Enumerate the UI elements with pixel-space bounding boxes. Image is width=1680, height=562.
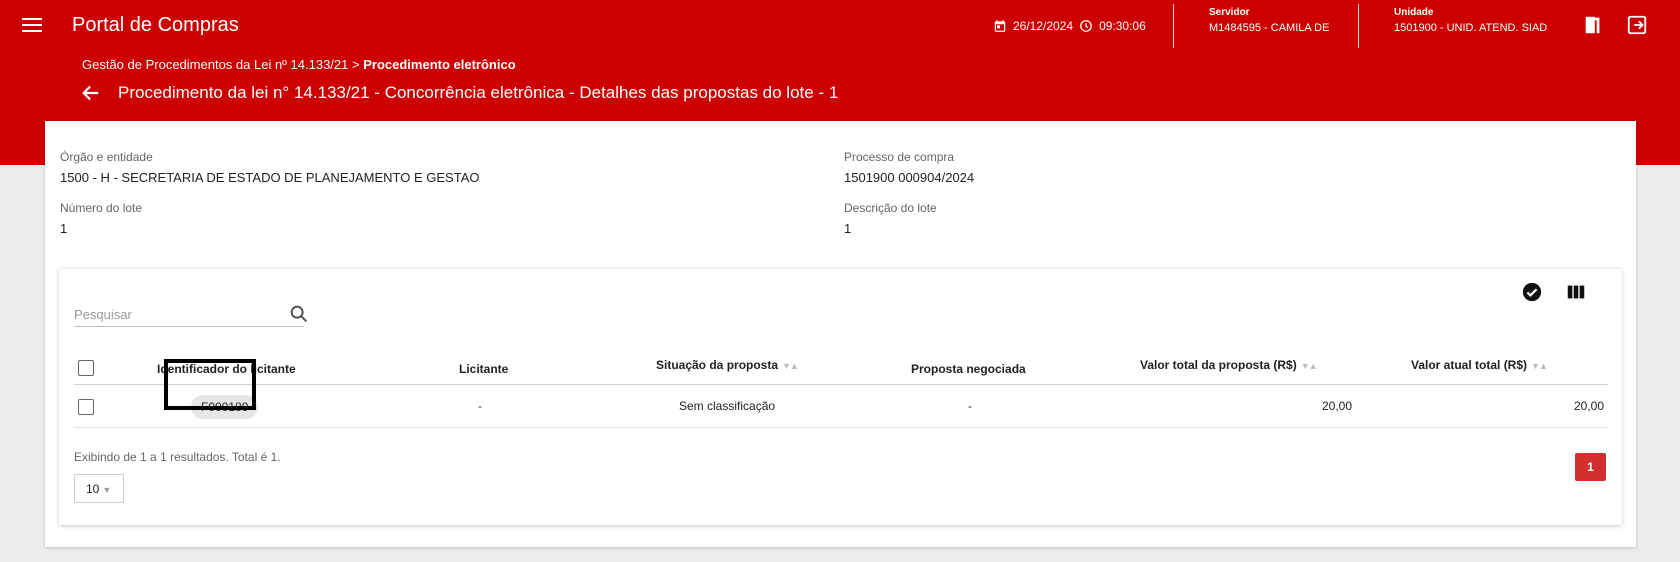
sort-icon[interactable]: ▼▲ xyxy=(1301,361,1318,371)
datetime: 26/12/2024 09:30:06 xyxy=(993,19,1146,33)
col-valor-total-label: Valor total da proposta (R$) xyxy=(1140,358,1297,372)
app-title: Portal de Compras xyxy=(72,14,239,36)
identificador-chip[interactable]: F000189 xyxy=(191,395,259,419)
search-input[interactable] xyxy=(74,303,274,325)
proposals-table-card: Identificador do licitante Licitante Sit… xyxy=(59,269,1622,525)
results-summary: Exibindo de 1 a 1 resultados. Total é 1. xyxy=(74,450,281,464)
lote-value: 1 xyxy=(60,221,68,236)
breadcrumb-parent-link[interactable]: Gestão de Procedimentos da Lei nº 14.133… xyxy=(82,57,348,72)
details-card: Órgão e entidade 1500 - H - SECRETARIA D… xyxy=(45,121,1636,547)
cell-valor-atual: 20,00 xyxy=(1574,399,1605,413)
cell-negociada: - xyxy=(968,399,972,413)
calendar-icon xyxy=(994,20,1006,32)
unidade-value: 1501900 - UNID. ATEND. SIAD xyxy=(1394,22,1548,34)
door-icon[interactable] xyxy=(1582,14,1604,36)
col-licitante: Licitante xyxy=(459,362,509,376)
check-circle-icon[interactable] xyxy=(1521,281,1543,303)
chevron-down-icon: ▼ xyxy=(102,485,112,495)
col-identificador: Identificador do licitante xyxy=(157,362,296,376)
pagination-page-button[interactable]: 1 xyxy=(1575,453,1606,481)
orgao-field: Órgão e entidade 1500 - H - SECRETARIA D… xyxy=(60,150,479,185)
breadcrumb: Gestão de Procedimentos da Lei nº 14.133… xyxy=(82,57,516,72)
clock-icon xyxy=(1080,20,1092,32)
servidor-label: Servidor xyxy=(1209,7,1250,18)
columns-icon[interactable] xyxy=(1565,281,1587,303)
row-checkbox[interactable] xyxy=(78,399,94,415)
logout-icon[interactable] xyxy=(1626,14,1648,36)
cell-licitante: - xyxy=(478,399,482,413)
table-row[interactable]: F000189 - Sem classificação - 20,00 20,0… xyxy=(74,386,1608,428)
col-situacao-label: Situação da proposta xyxy=(656,358,779,372)
processo-label: Processo de compra xyxy=(844,150,955,164)
orgao-value: 1500 - H - SECRETARIA DE ESTADO DE PLANE… xyxy=(60,170,480,185)
lote-field: Número do lote 1 xyxy=(60,201,142,236)
col-negociada: Proposta negociada xyxy=(911,362,1026,376)
col-valor-atual[interactable]: Valor atual total (R$) ▼▲ xyxy=(1411,358,1548,372)
processo-value: 1501900 000904/2024 xyxy=(844,170,975,185)
orgao-label: Órgão e entidade xyxy=(60,150,153,164)
lote-label: Número do lote xyxy=(60,201,143,215)
breadcrumb-current: Procedimento eletrônico xyxy=(363,57,516,72)
breadcrumb-separator: > xyxy=(352,57,360,72)
search-icon[interactable] xyxy=(288,303,310,325)
descricao-value: 1 xyxy=(844,221,852,236)
current-time: 09:30:06 xyxy=(1099,19,1146,33)
sort-icon[interactable]: ▼▲ xyxy=(782,361,799,371)
select-all-checkbox[interactable] xyxy=(78,360,94,376)
page-title: Procedimento da lei n° 14.133/21 - Conco… xyxy=(118,83,839,102)
sort-icon[interactable]: ▼▲ xyxy=(1531,361,1548,371)
menu-icon[interactable] xyxy=(20,14,44,38)
page-size-value: 10 xyxy=(86,482,100,496)
header-divider xyxy=(1358,4,1359,48)
unidade-label: Unidade xyxy=(1394,7,1434,18)
page-size-select[interactable]: 10 ▼ xyxy=(74,474,124,503)
cell-valor-total: 20,00 xyxy=(1322,399,1353,413)
servidor-info: Servidor M1484595 - CAMILA DE xyxy=(1209,7,1329,34)
processo-field: Processo de compra 1501900 000904/2024 xyxy=(844,150,974,185)
page-heading: Procedimento da lei n° 14.133/21 - Conco… xyxy=(80,82,838,104)
servidor-value: M1484595 - CAMILA DE xyxy=(1209,22,1330,34)
back-arrow-icon[interactable] xyxy=(80,82,102,104)
col-situacao[interactable]: Situação da proposta ▼▲ xyxy=(656,358,799,372)
col-valor-total[interactable]: Valor total da proposta (R$) ▼▲ xyxy=(1140,358,1318,372)
top-bar: Portal de Compras 26/12/2024 09:30:06 Se… xyxy=(0,0,1680,52)
descricao-label: Descrição do lote xyxy=(844,201,937,215)
descricao-field: Descrição do lote 1 xyxy=(844,201,937,236)
current-date: 26/12/2024 xyxy=(1013,19,1074,33)
unidade-info: Unidade 1501900 - UNID. ATEND. SIAD xyxy=(1394,7,1547,34)
search-box xyxy=(74,303,308,327)
col-valor-atual-label: Valor atual total (R$) xyxy=(1411,358,1528,372)
cell-situacao: Sem classificação xyxy=(679,399,776,413)
table-header: Identificador do licitante Licitante Sit… xyxy=(74,351,1608,385)
header-divider xyxy=(1173,4,1174,48)
